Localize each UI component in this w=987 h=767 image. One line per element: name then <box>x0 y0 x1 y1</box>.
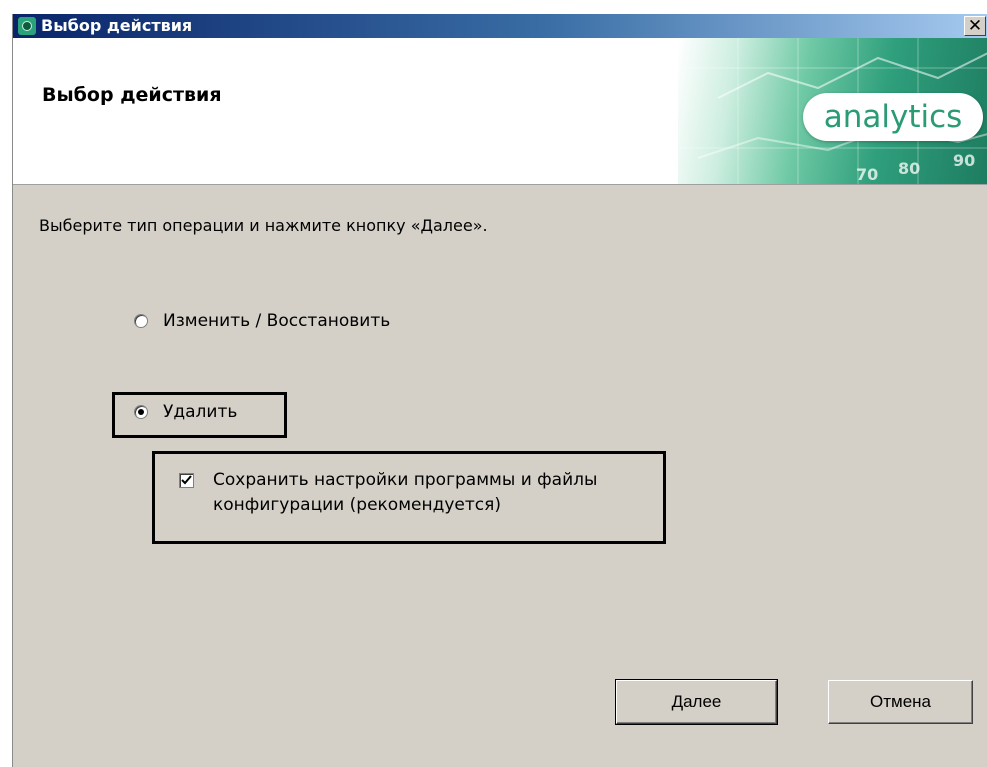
option-modify-label: Изменить / Восстановить <box>163 311 391 331</box>
installer-window: Выбор действия ✕ Выбор действия 70 80 90… <box>12 14 987 767</box>
banner-number-80: 80 <box>898 159 920 178</box>
brand-logo: analytics <box>803 93 983 141</box>
window-title: Выбор действия <box>41 16 193 35</box>
keep-settings-checkbox[interactable] <box>179 473 194 488</box>
check-icon <box>181 475 192 485</box>
radio-modify[interactable] <box>134 314 148 328</box>
cancel-button[interactable]: Отмена <box>828 680 973 724</box>
instruction-text: Выберите тип операции и нажмите кнопку «… <box>39 216 488 235</box>
header-band: Выбор действия 70 80 90 analytics <box>13 38 987 185</box>
keep-settings-label: Сохранить настройки программы и файлы ко… <box>213 470 598 515</box>
brand-name: analytics <box>823 99 963 135</box>
close-icon: ✕ <box>967 15 983 36</box>
banner-number-90: 90 <box>953 151 975 170</box>
option-modify-restore[interactable]: Изменить / Восстановить <box>134 311 390 331</box>
app-icon <box>18 17 36 35</box>
page-title: Выбор действия <box>42 84 222 106</box>
option-delete[interactable]: Удалить <box>134 402 237 422</box>
keep-settings-option[interactable]: Сохранить настройки программы и файлы ко… <box>179 468 659 518</box>
close-button[interactable]: ✕ <box>964 16 986 36</box>
option-delete-label: Удалить <box>163 402 238 422</box>
banner-number-70: 70 <box>856 165 878 184</box>
title-bar[interactable]: Выбор действия ✕ <box>13 14 987 38</box>
radio-delete[interactable] <box>134 405 148 419</box>
next-button[interactable]: Далее <box>615 679 778 725</box>
